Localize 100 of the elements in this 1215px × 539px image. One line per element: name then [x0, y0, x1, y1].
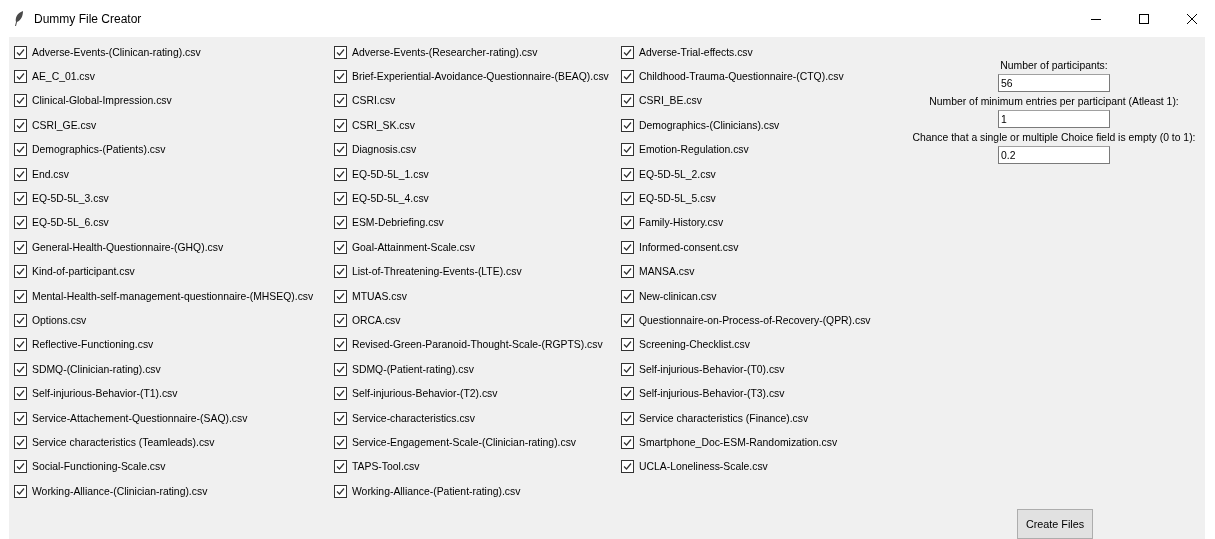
checkbox[interactable]: [334, 192, 347, 206]
checkbox[interactable]: [334, 387, 347, 401]
checkbox[interactable]: [621, 70, 634, 84]
file-checkbox[interactable]: Service characteristics (Teamleads).csv: [14, 432, 215, 453]
checkbox[interactable]: [334, 94, 347, 108]
checkbox[interactable]: [621, 289, 634, 303]
file-checkbox[interactable]: UCLA-Loneliness-Scale.csv: [621, 456, 768, 477]
checkbox[interactable]: [334, 338, 347, 352]
file-checkbox[interactable]: EQ-5D-5L_3.csv: [14, 188, 109, 209]
file-checkbox[interactable]: Service characteristics (Finance).csv: [621, 408, 809, 429]
file-checkbox[interactable]: EQ-5D-5L_6.csv: [14, 212, 109, 233]
checkbox[interactable]: [14, 45, 27, 59]
checkbox[interactable]: [14, 70, 27, 84]
file-checkbox[interactable]: Working-Alliance-(Clinician-rating).csv: [14, 481, 208, 502]
checkbox[interactable]: [14, 192, 27, 206]
checkbox[interactable]: [334, 70, 347, 84]
checkbox[interactable]: [621, 411, 634, 425]
file-checkbox[interactable]: Working-Alliance-(Patient-rating).csv: [334, 481, 521, 502]
file-checkbox[interactable]: Kind-of-participant.csv: [14, 261, 135, 282]
checkbox[interactable]: [14, 362, 27, 376]
file-checkbox[interactable]: Questionnaire-on-Process-of-Recovery-(QPR).csv: [621, 310, 871, 331]
file-checkbox[interactable]: MANSA.csv: [621, 261, 695, 282]
file-checkbox[interactable]: CSRI_GE.csv: [14, 115, 97, 136]
checkbox[interactable]: [621, 338, 634, 352]
file-checkbox[interactable]: Informed-consent.csv: [621, 237, 739, 258]
input-field[interactable]: 0.2: [998, 146, 1110, 164]
file-checkbox[interactable]: SDMQ-(Patient-rating).csv: [334, 359, 474, 380]
maximize-icon[interactable]: [1139, 13, 1149, 24]
checkbox[interactable]: [334, 45, 347, 59]
file-checkbox[interactable]: Demographics-(Clinicians).csv: [621, 115, 780, 136]
file-checkbox[interactable]: Service-Engagement-Scale-(Clinician-rating).csv: [334, 432, 577, 453]
checkbox[interactable]: [621, 460, 634, 474]
file-checkbox[interactable]: Screening-Checklist.csv: [621, 334, 750, 355]
file-checkbox[interactable]: Self-injurious-Behavior-(T1).csv: [14, 383, 178, 404]
checkbox[interactable]: [14, 265, 27, 279]
file-checkbox[interactable]: New-clinican.csv: [621, 286, 717, 307]
checkbox[interactable]: [621, 240, 634, 254]
file-checkbox[interactable]: Goal-Attainment-Scale.csv: [334, 237, 475, 258]
checkbox[interactable]: [14, 387, 27, 401]
file-checkbox[interactable]: EQ-5D-5L_5.csv: [621, 188, 716, 209]
file-checkbox[interactable]: SDMQ-(Clinician-rating).csv: [14, 359, 161, 380]
file-checkbox[interactable]: Mental-Health-self-management-questionnaire-(MHSEQ).csv: [14, 286, 314, 307]
checkbox[interactable]: [14, 314, 27, 327]
file-checkbox[interactable]: Service-Attachement-Questionnaire-(SAQ).csv: [14, 408, 248, 429]
file-checkbox[interactable]: CSRI.csv: [334, 90, 396, 111]
checkbox[interactable]: [334, 118, 347, 132]
checkbox[interactable]: [14, 143, 27, 157]
file-checkbox[interactable]: General-Health-Questionnaire-(GHQ).csv: [14, 237, 224, 258]
file-checkbox[interactable]: Adverse-Events-(Researcher-rating).csv: [334, 42, 538, 63]
file-checkbox[interactable]: ESM-Debriefing.csv: [334, 212, 444, 233]
checkbox[interactable]: [621, 167, 634, 181]
checkbox[interactable]: [621, 216, 634, 230]
checkbox[interactable]: [14, 435, 27, 449]
file-checkbox[interactable]: Service-characteristics.csv: [334, 408, 475, 429]
file-checkbox[interactable]: Self-injurious-Behavior-(T2).csv: [334, 383, 498, 404]
file-checkbox[interactable]: List-of-Threatening-Events-(LTE).csv: [334, 261, 522, 282]
checkbox[interactable]: [14, 216, 27, 230]
file-checkbox[interactable]: TAPS-Tool.csv: [334, 456, 420, 477]
checkbox[interactable]: [621, 265, 634, 279]
close-icon[interactable]: [1187, 13, 1197, 24]
checkbox[interactable]: [14, 289, 27, 303]
checkbox[interactable]: [621, 362, 634, 376]
checkbox[interactable]: [334, 411, 347, 425]
checkbox[interactable]: [334, 484, 347, 498]
create-files-button[interactable]: Create Files: [1017, 509, 1093, 539]
file-checkbox[interactable]: End.csv: [14, 164, 69, 185]
checkbox[interactable]: [334, 289, 347, 303]
checkbox[interactable]: [334, 240, 347, 254]
file-checkbox[interactable]: Social-Functioning-Scale.csv: [14, 456, 166, 477]
checkbox[interactable]: [621, 94, 634, 108]
file-checkbox[interactable]: Adverse-Events-(Clinican-rating).csv: [14, 42, 201, 63]
file-checkbox[interactable]: CSRI_BE.csv: [621, 90, 702, 111]
file-checkbox[interactable]: Diagnosis.csv: [334, 139, 417, 160]
checkbox[interactable]: [334, 265, 347, 279]
file-checkbox[interactable]: Clinical-Global-Impression.csv: [14, 90, 172, 111]
checkbox[interactable]: [334, 216, 347, 230]
file-checkbox[interactable]: Self-injurious-Behavior-(T0).csv: [621, 359, 785, 380]
file-checkbox[interactable]: AE_C_01.csv: [14, 66, 95, 87]
file-checkbox[interactable]: Reflective-Functioning.csv: [14, 334, 154, 355]
file-checkbox[interactable]: Smartphone_Doc-ESM-Randomization.csv: [621, 432, 838, 453]
checkbox[interactable]: [14, 240, 27, 254]
checkbox[interactable]: [334, 314, 347, 327]
file-checkbox[interactable]: Demographics-(Patients).csv: [14, 139, 166, 160]
file-checkbox[interactable]: MTUAS.csv: [334, 286, 407, 307]
checkbox[interactable]: [14, 94, 27, 108]
file-checkbox[interactable]: Adverse-Trial-effects.csv: [621, 42, 753, 63]
checkbox[interactable]: [14, 167, 27, 181]
checkbox[interactable]: [621, 314, 634, 327]
checkbox[interactable]: [621, 192, 634, 206]
checkbox[interactable]: [14, 411, 27, 425]
checkbox[interactable]: [334, 167, 347, 181]
file-checkbox[interactable]: Revised-Green-Paranoid-Thought-Scale-(RGPTS).csv: [334, 334, 603, 355]
input-field[interactable]: 56: [998, 74, 1110, 92]
checkbox[interactable]: [14, 484, 27, 498]
checkbox[interactable]: [621, 118, 634, 132]
input-field[interactable]: 1: [998, 110, 1110, 128]
file-checkbox[interactable]: Family-History.csv: [621, 212, 724, 233]
checkbox[interactable]: [14, 460, 27, 474]
checkbox[interactable]: [14, 338, 27, 352]
checkbox[interactable]: [334, 460, 347, 474]
